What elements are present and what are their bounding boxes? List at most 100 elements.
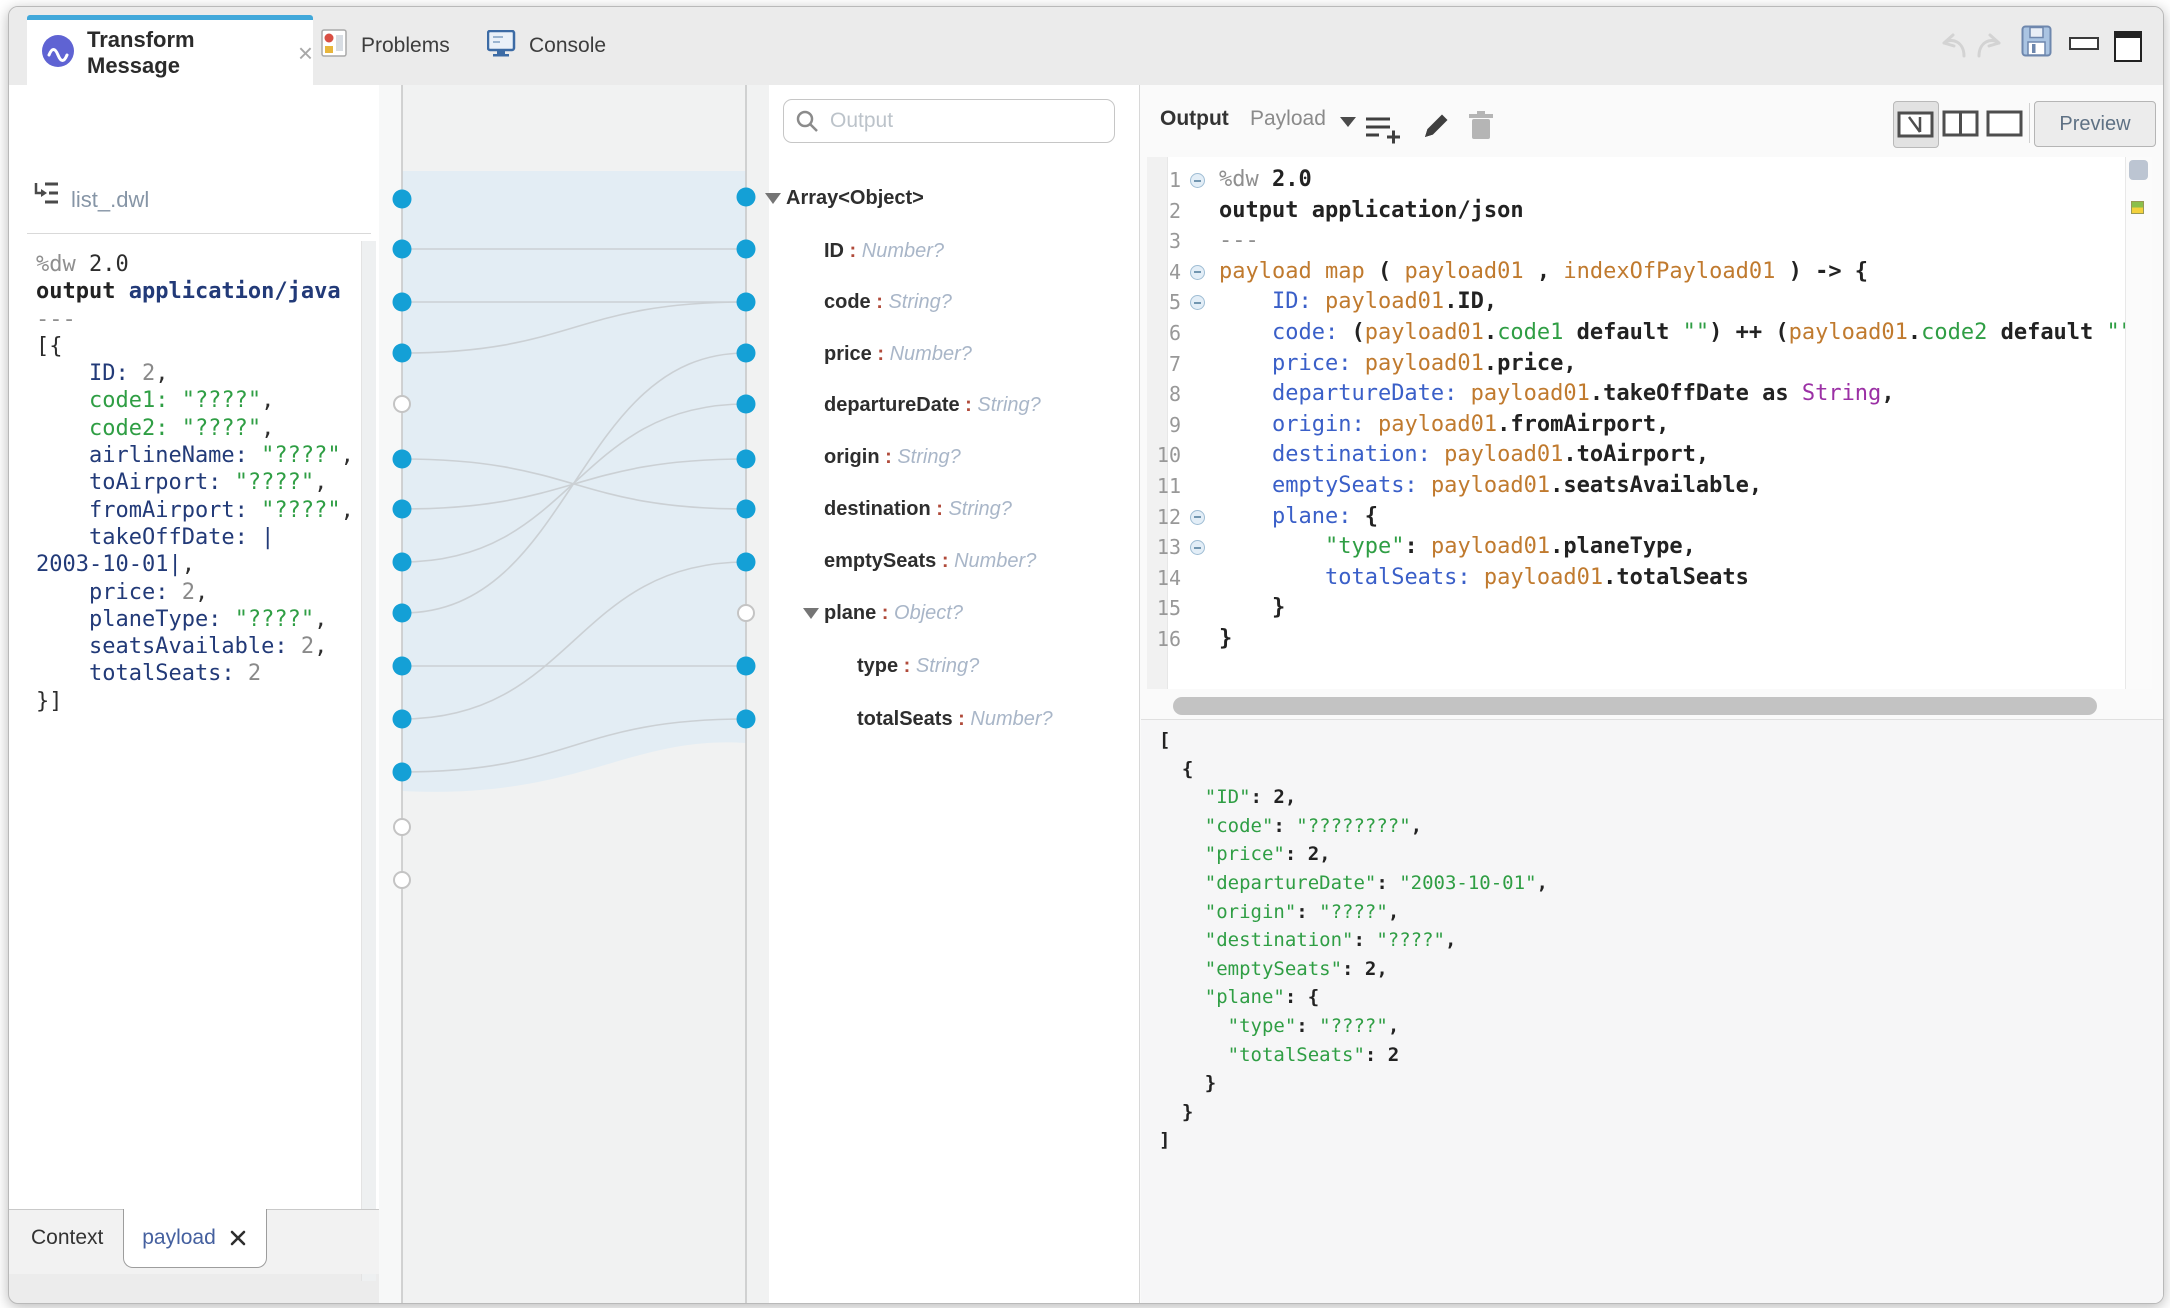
- editor-line: 7 price: payload01.price,: [1147, 349, 2125, 380]
- tree-node-origin[interactable]: origin : String?: [769, 444, 961, 470]
- mapping-target-port[interactable]: [737, 240, 756, 259]
- mapping-source-port[interactable]: [394, 396, 410, 412]
- mapping-target-port[interactable]: [737, 395, 756, 414]
- save-icon[interactable]: [2021, 25, 2053, 64]
- delete-icon[interactable]: [1466, 109, 1496, 148]
- code-line: "code": "????????",: [1159, 812, 1548, 841]
- mapping-canvas[interactable]: [379, 85, 769, 1303]
- tree-node-label: ID: [824, 238, 844, 264]
- mapping-target-port[interactable]: [737, 657, 756, 676]
- tree-node-array-object-[interactable]: Array<Object>: [769, 185, 924, 211]
- tab-transform-message[interactable]: Transform Message ×: [27, 15, 313, 86]
- fold-icon[interactable]: [1190, 173, 1205, 188]
- tree-node-type: String?: [888, 291, 951, 313]
- tree-node-emptyseats[interactable]: emptySeats : Number?: [769, 548, 1036, 574]
- mapping-target-port[interactable]: [737, 500, 756, 519]
- editor-line: 14 totalSeats: payload01.totalSeats: [1147, 563, 2125, 594]
- mapping-source-port[interactable]: [393, 553, 412, 572]
- fold-icon[interactable]: [1190, 295, 1205, 310]
- tree-node-code[interactable]: code : String?: [769, 289, 952, 315]
- tab-console[interactable]: Console: [487, 7, 637, 85]
- mapping-target-port[interactable]: [737, 553, 756, 572]
- mapping-target-port[interactable]: [738, 605, 754, 621]
- dataweave-editor[interactable]: 1%dw 2.02output application/json3---4pay…: [1147, 157, 2125, 689]
- editor-line: 2output application/json: [1147, 196, 2125, 227]
- tree-node-label: type: [857, 653, 898, 679]
- mapping-target-port[interactable]: [737, 344, 756, 363]
- editor-vscrollbar[interactable]: [2129, 160, 2148, 180]
- chevron-down-icon[interactable]: [1340, 117, 1356, 127]
- expand-arrow-icon[interactable]: [765, 193, 781, 204]
- code-line: code1: "????",: [36, 387, 354, 414]
- input-sample-code[interactable]: %dw 2.0output application/java---[{ ID: …: [36, 251, 354, 715]
- undo-icon[interactable]: [1934, 27, 1970, 68]
- line-number: 11: [1147, 471, 1181, 502]
- dataweave-icon: [41, 34, 75, 73]
- mapping-source-port[interactable]: [393, 240, 412, 259]
- view-toggle-code[interactable]: [1983, 101, 2027, 146]
- tree-node-price[interactable]: price : Number?: [769, 341, 972, 367]
- tab-context[interactable]: Context: [31, 1226, 103, 1250]
- mapping-source-port[interactable]: [393, 710, 412, 729]
- tab-payload[interactable]: payload: [123, 1209, 267, 1268]
- mapping-source-port[interactable]: [393, 190, 412, 209]
- input-scrollbar[interactable]: [361, 241, 376, 1281]
- fold-icon[interactable]: [1190, 265, 1205, 280]
- mapping-source-port[interactable]: [393, 344, 412, 363]
- tree-node-departuredate[interactable]: departureDate : String?: [769, 392, 1041, 418]
- edit-sample-icon[interactable]: [228, 1228, 248, 1248]
- preview-button[interactable]: Preview: [2034, 101, 2156, 147]
- editor-line: 12 plane: {: [1147, 502, 2125, 533]
- fold-icon[interactable]: [1190, 540, 1205, 555]
- tree-node-totalseats[interactable]: totalSeats : Number?: [769, 706, 1053, 732]
- input-panel: list_.dwl %dw 2.0output application/java…: [9, 85, 379, 1209]
- tree-node-type: String?: [897, 446, 960, 468]
- code-line: fromAirport: "????",: [36, 497, 354, 524]
- editor-line: 5 ID: payload01.ID,: [1147, 287, 2125, 318]
- mapping-source-port[interactable]: [393, 293, 412, 312]
- payload-selector[interactable]: Payload: [1250, 107, 1326, 131]
- code-line: "totalSeats": 2: [1159, 1041, 1548, 1070]
- edit-icon[interactable]: [1418, 109, 1452, 148]
- mapping-source-port[interactable]: [393, 450, 412, 469]
- editor-hscrollbar[interactable]: [1173, 697, 2097, 715]
- search-input[interactable]: [828, 108, 1082, 134]
- redo-icon[interactable]: [1973, 27, 2009, 68]
- view-toggle-split[interactable]: [1939, 101, 1983, 146]
- fold-icon[interactable]: [1190, 510, 1205, 525]
- close-icon[interactable]: ×: [298, 43, 313, 63]
- tree-node-plane[interactable]: plane : Object?: [769, 600, 963, 626]
- expand-arrow-icon[interactable]: [803, 608, 819, 619]
- tree-node-label: Array<Object>: [786, 185, 924, 211]
- mapping-source-port[interactable]: [393, 657, 412, 676]
- tab-label: Transform Message: [87, 27, 280, 79]
- mapping-source-port[interactable]: [393, 604, 412, 623]
- tree-node-type: String?: [948, 498, 1011, 520]
- add-transform-icon[interactable]: [1362, 111, 1404, 152]
- tree-node-id[interactable]: ID : Number?: [769, 238, 944, 264]
- mapping-source-port[interactable]: [393, 500, 412, 519]
- mapping-source-port[interactable]: [394, 872, 410, 888]
- mapping-target-port[interactable]: [737, 188, 756, 207]
- tree-node-destination[interactable]: destination : String?: [769, 496, 1012, 522]
- tree-node-label: price: [824, 341, 872, 367]
- mapping-target-port[interactable]: [737, 710, 756, 729]
- mapping-source-port[interactable]: [394, 819, 410, 835]
- maximize-icon[interactable]: [2114, 31, 2142, 62]
- tree-node-type[interactable]: type : String?: [769, 653, 979, 679]
- view-toggle-graphical[interactable]: [1893, 101, 1939, 148]
- code-line: takeOffDate: |: [36, 524, 354, 551]
- line-number: 7: [1147, 349, 1181, 380]
- code-line: toAirport: "????",: [36, 469, 354, 496]
- tab-problems[interactable]: Problems: [321, 7, 481, 85]
- minimize-icon[interactable]: [2069, 37, 2099, 50]
- code-line: airlineName: "????",: [36, 442, 354, 469]
- editor-line: 15 }: [1147, 593, 2125, 624]
- tree-node-label: code: [824, 289, 871, 315]
- mapping-target-port[interactable]: [737, 293, 756, 312]
- mapping-target-port[interactable]: [737, 450, 756, 469]
- mapping-source-port[interactable]: [393, 763, 412, 782]
- code-line: 2003-10-01|,: [36, 551, 354, 578]
- tree-node-label: origin: [824, 444, 880, 470]
- tab-label: Problems: [361, 34, 450, 58]
